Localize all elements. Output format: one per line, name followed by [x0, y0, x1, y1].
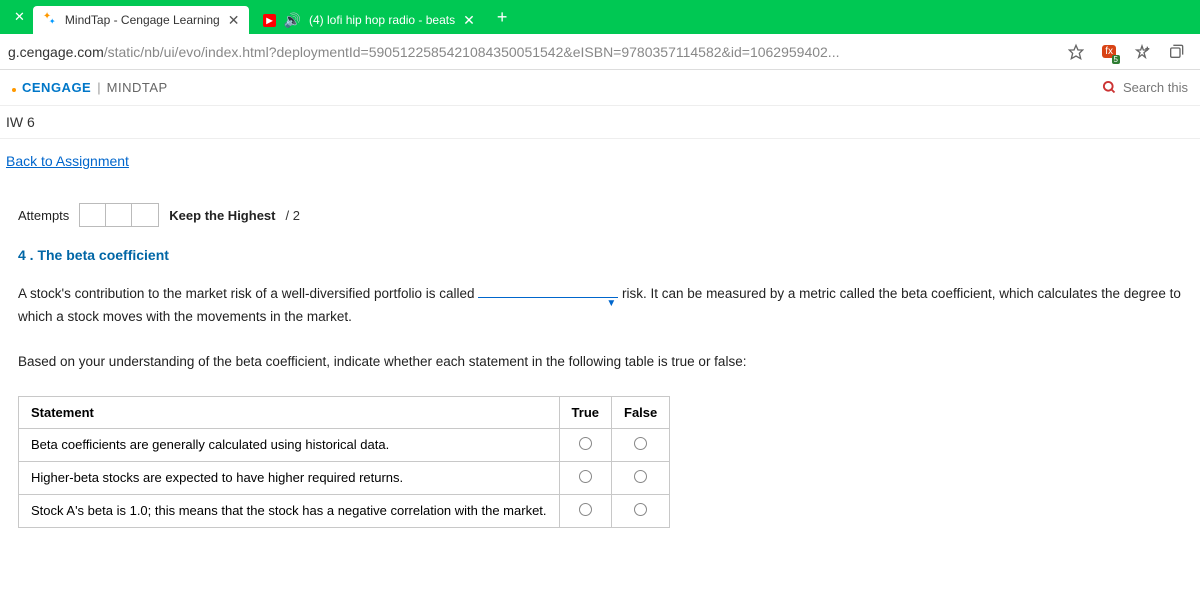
- radio-true[interactable]: [579, 437, 592, 450]
- attempts-row: Attempts Keep the Highest / 2: [18, 203, 1182, 227]
- url-text[interactable]: g.cengage.com/static/nb/ui/evo/index.htm…: [8, 44, 1060, 60]
- favorites-icon[interactable]: [1134, 44, 1150, 60]
- browser-tab-strip: ✕ MindTap - Cengage Learning ✕ ▶ 🔊 (4) l…: [0, 0, 1200, 34]
- tab-close-icon[interactable]: ✕: [228, 12, 240, 29]
- keep-highest-label: Keep the Highest: [169, 208, 275, 223]
- tab-mindtap[interactable]: MindTap - Cengage Learning ✕: [33, 6, 250, 34]
- tab-title: (4) lofi hip hop radio - beats: [309, 13, 455, 27]
- question-title: 4 . The beta coefficient: [18, 247, 1182, 263]
- tab-lofi[interactable]: ▶ 🔊 (4) lofi hip hop radio - beats ✕: [253, 6, 484, 34]
- radio-false[interactable]: [634, 437, 647, 450]
- tab-title: MindTap - Cengage Learning: [65, 13, 220, 27]
- tab-close-icon[interactable]: ✕: [463, 12, 475, 29]
- mindtap-header: CENGAGE | MINDTAP Search this: [0, 70, 1200, 106]
- radio-true[interactable]: [579, 503, 592, 516]
- content-area: Back to Assignment Attempts Keep the Hig…: [0, 139, 1200, 542]
- back-to-assignment-link[interactable]: Back to Assignment: [6, 153, 129, 169]
- chevron-down-icon: ▼: [606, 295, 616, 312]
- fill-blank-dropdown[interactable]: ▼: [478, 297, 618, 298]
- radio-false[interactable]: [634, 470, 647, 483]
- radio-false[interactable]: [634, 503, 647, 516]
- extension-badge[interactable]: fx: [1102, 45, 1116, 58]
- breadcrumb: IW 6: [0, 106, 1200, 139]
- search-input[interactable]: Search this: [1102, 80, 1188, 95]
- table-row: Higher-beta stocks are expected to have …: [19, 461, 670, 494]
- attempts-label: Attempts: [18, 208, 69, 223]
- true-false-table: Statement True False Beta coefficients a…: [18, 396, 670, 528]
- close-icon[interactable]: ✕: [6, 9, 33, 25]
- question-body: A stock's contribution to the market ris…: [18, 283, 1182, 374]
- collections-icon[interactable]: [1168, 44, 1184, 60]
- youtube-icon: ▶: [263, 14, 275, 27]
- mindtap-favicon: [43, 13, 57, 27]
- audio-icon: 🔊: [284, 12, 301, 29]
- table-row: Stock A's beta is 1.0; this means that t…: [19, 494, 670, 527]
- table-row: Beta coefficients are generally calculat…: [19, 428, 670, 461]
- attempts-boxes: [79, 203, 159, 227]
- brand-dot-icon: [12, 88, 16, 92]
- search-icon: [1102, 80, 1117, 95]
- address-bar-actions: fx: [1060, 44, 1192, 60]
- col-statement: Statement: [19, 396, 560, 428]
- new-tab-icon[interactable]: +: [489, 7, 516, 28]
- star-icon[interactable]: [1068, 44, 1084, 60]
- keep-highest-count: / 2: [285, 208, 299, 223]
- col-true: True: [559, 396, 611, 428]
- brand-logo: CENGAGE | MINDTAP: [12, 80, 168, 95]
- col-false: False: [612, 396, 670, 428]
- address-bar: g.cengage.com/static/nb/ui/evo/index.htm…: [0, 34, 1200, 70]
- radio-true[interactable]: [579, 470, 592, 483]
